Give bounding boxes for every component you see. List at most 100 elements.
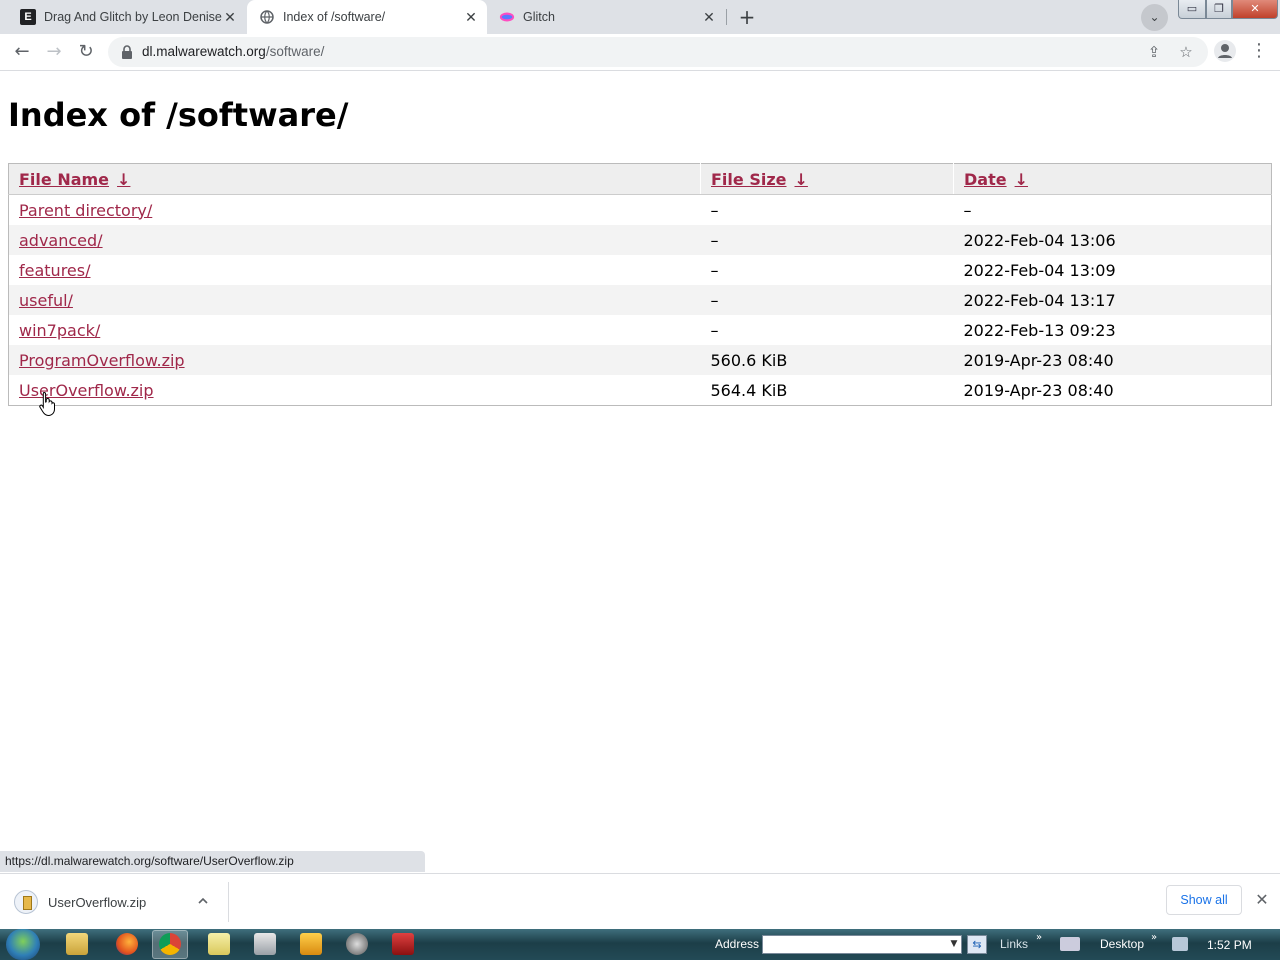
tab-drag-and-glitch[interactable]: E Drag And Glitch by Leon Denise ✕: [8, 0, 246, 34]
url-host: dl.malwarewatch.org: [142, 44, 266, 59]
minimize-icon[interactable]: ▭: [1178, 0, 1206, 19]
clock[interactable]: 1:52 PM: [1207, 938, 1252, 952]
chevron-up-icon[interactable]: [196, 894, 210, 908]
close-tab-icon[interactable]: ✕: [701, 9, 717, 25]
sort-arrow-icon: ↓: [117, 169, 131, 189]
column-label: Date: [964, 169, 1007, 189]
restore-icon[interactable]: ❐: [1206, 0, 1232, 19]
table-row: UserOverflow.zip 564.4 KiB 2019-Apr-23 0…: [9, 375, 1272, 406]
close-tab-icon[interactable]: ✕: [463, 9, 479, 25]
table-header-row: File Name ↓ File Size ↓ Date ↓: [8, 163, 1272, 195]
url-text[interactable]: dl.malwarewatch.org/software/: [142, 44, 324, 59]
tab-title: Glitch: [523, 10, 555, 24]
file-name-cell: UserOverflow.zip: [9, 375, 701, 406]
media-player-icon[interactable]: [300, 933, 322, 955]
table-row: ProgramOverflow.zip 560.6 KiB 2019-Apr-2…: [8, 345, 1272, 375]
file-size-cell: –: [700, 225, 954, 255]
file-name-cell: advanced/: [8, 225, 701, 255]
file-link[interactable]: useful/: [19, 291, 73, 310]
globe-icon: [259, 9, 275, 25]
taskbar-address-input[interactable]: [762, 935, 962, 954]
tab-index-of-software[interactable]: Index of /software/ ✕: [247, 0, 487, 34]
chevron-right-double-icon[interactable]: »: [1151, 932, 1157, 943]
firefox-icon[interactable]: [116, 933, 138, 955]
file-size-cell: 560.6 KiB: [700, 345, 954, 375]
file-size-cell: –: [700, 285, 954, 315]
column-date: Date ↓: [953, 163, 1272, 195]
file-link[interactable]: features/: [19, 261, 91, 280]
tab-title: Drag And Glitch by Leon Denise: [44, 10, 222, 24]
hand-cursor-icon: [39, 391, 55, 417]
table-row: advanced/ – 2022-Feb-04 13:06: [8, 225, 1272, 255]
profile-avatar-icon[interactable]: [1214, 40, 1236, 62]
app-icon[interactable]: [346, 933, 368, 955]
notepad-icon[interactable]: [208, 933, 230, 955]
url-path: /software/: [265, 44, 325, 59]
file-name-cell: features/: [9, 255, 701, 285]
bookmark-star-icon[interactable]: ☆: [1174, 40, 1198, 64]
file-link[interactable]: advanced/: [19, 231, 103, 250]
zip-file-icon: [14, 890, 38, 914]
dropdown-arrow-icon[interactable]: ▼: [948, 936, 960, 953]
file-size-cell: 564.4 KiB: [710, 380, 788, 400]
table-row: win7pack/ – 2022-Feb-13 09:23: [9, 315, 1272, 345]
close-shelf-icon[interactable]: ✕: [1252, 890, 1272, 910]
file-name-cell: ProgramOverflow.zip: [8, 345, 701, 375]
sort-arrow-icon: ↓: [794, 169, 808, 189]
close-window-icon[interactable]: ✕: [1232, 0, 1278, 19]
kebab-menu-icon[interactable]: ⋮: [1250, 38, 1268, 64]
file-size-cell: –: [710, 200, 719, 220]
sort-file-size-link[interactable]: File Size ↓: [711, 170, 808, 189]
download-item[interactable]: UserOverflow.zip: [14, 888, 146, 916]
file-name-cell: useful/: [8, 285, 701, 315]
column-file-name: File Name ↓: [8, 163, 701, 195]
file-link[interactable]: win7pack/: [19, 321, 100, 340]
back-arrow-icon[interactable]: ←: [8, 38, 36, 66]
date-cell: 2022-Feb-04 13:17: [953, 285, 1272, 315]
file-name-cell: Parent directory/: [9, 195, 701, 226]
start-orb-icon[interactable]: [6, 929, 40, 960]
address-bar[interactable]: dl.malwarewatch.org/software/ ⇪ ☆: [108, 37, 1208, 67]
windows-taskbar: Address ▼ ⇆ Links » Desktop » 1:52 PM: [0, 929, 1280, 960]
explorer-folder-icon[interactable]: [66, 933, 88, 955]
desktop-label[interactable]: Desktop: [1100, 937, 1144, 951]
tab-search-chevron-icon[interactable]: ⌄: [1141, 4, 1168, 31]
lock-icon: [122, 45, 132, 59]
divider: [228, 882, 229, 922]
column-label: File Name: [19, 169, 110, 189]
column-label: File Size: [711, 169, 787, 189]
share-icon[interactable]: ⇪: [1142, 40, 1166, 64]
tab-strip: E Drag And Glitch by Leon Denise ✕ Index…: [0, 0, 1280, 34]
column-file-size: File Size ↓: [700, 163, 954, 195]
e-favicon-icon: E: [20, 9, 36, 25]
page-title: Index of /software/: [8, 96, 349, 134]
keyboard-icon[interactable]: [1060, 937, 1080, 951]
close-tab-icon[interactable]: ✕: [222, 9, 238, 25]
links-label[interactable]: Links: [1000, 937, 1028, 951]
sort-date-link[interactable]: Date ↓: [964, 170, 1028, 189]
sort-file-name-link[interactable]: File Name ↓: [19, 170, 130, 189]
date-cell: 2022-Feb-13 09:23: [963, 320, 1116, 340]
file-name-cell: win7pack/: [9, 315, 701, 345]
download-file-name: UserOverflow.zip: [48, 894, 147, 910]
tab-glitch[interactable]: Glitch ✕: [487, 0, 725, 34]
tab-title: Index of /software/: [283, 10, 386, 24]
go-arrow-icon[interactable]: ⇆: [967, 935, 987, 954]
chevron-right-double-icon[interactable]: »: [1036, 932, 1042, 943]
network-tray-icon[interactable]: [1172, 937, 1188, 951]
show-all-button[interactable]: Show all: [1166, 885, 1242, 915]
printer-icon[interactable]: [254, 933, 276, 955]
glitch-fish-icon: [499, 9, 515, 25]
new-tab-plus-icon[interactable]: +: [734, 4, 760, 30]
reload-icon[interactable]: ↻: [72, 38, 100, 66]
date-cell: 2019-Apr-23 08:40: [963, 380, 1114, 400]
file-link[interactable]: Parent directory/: [19, 201, 152, 220]
file-link[interactable]: ProgramOverflow.zip: [19, 351, 185, 370]
table-row: useful/ – 2022-Feb-04 13:17: [8, 285, 1272, 315]
sort-arrow-icon: ↓: [1014, 169, 1028, 189]
date-cell: –: [963, 200, 972, 220]
game-icon[interactable]: [392, 933, 414, 955]
date-cell: 2022-Feb-04 13:06: [953, 225, 1272, 255]
forward-arrow-icon[interactable]: →: [40, 38, 68, 66]
file-size-cell: –: [710, 260, 719, 280]
